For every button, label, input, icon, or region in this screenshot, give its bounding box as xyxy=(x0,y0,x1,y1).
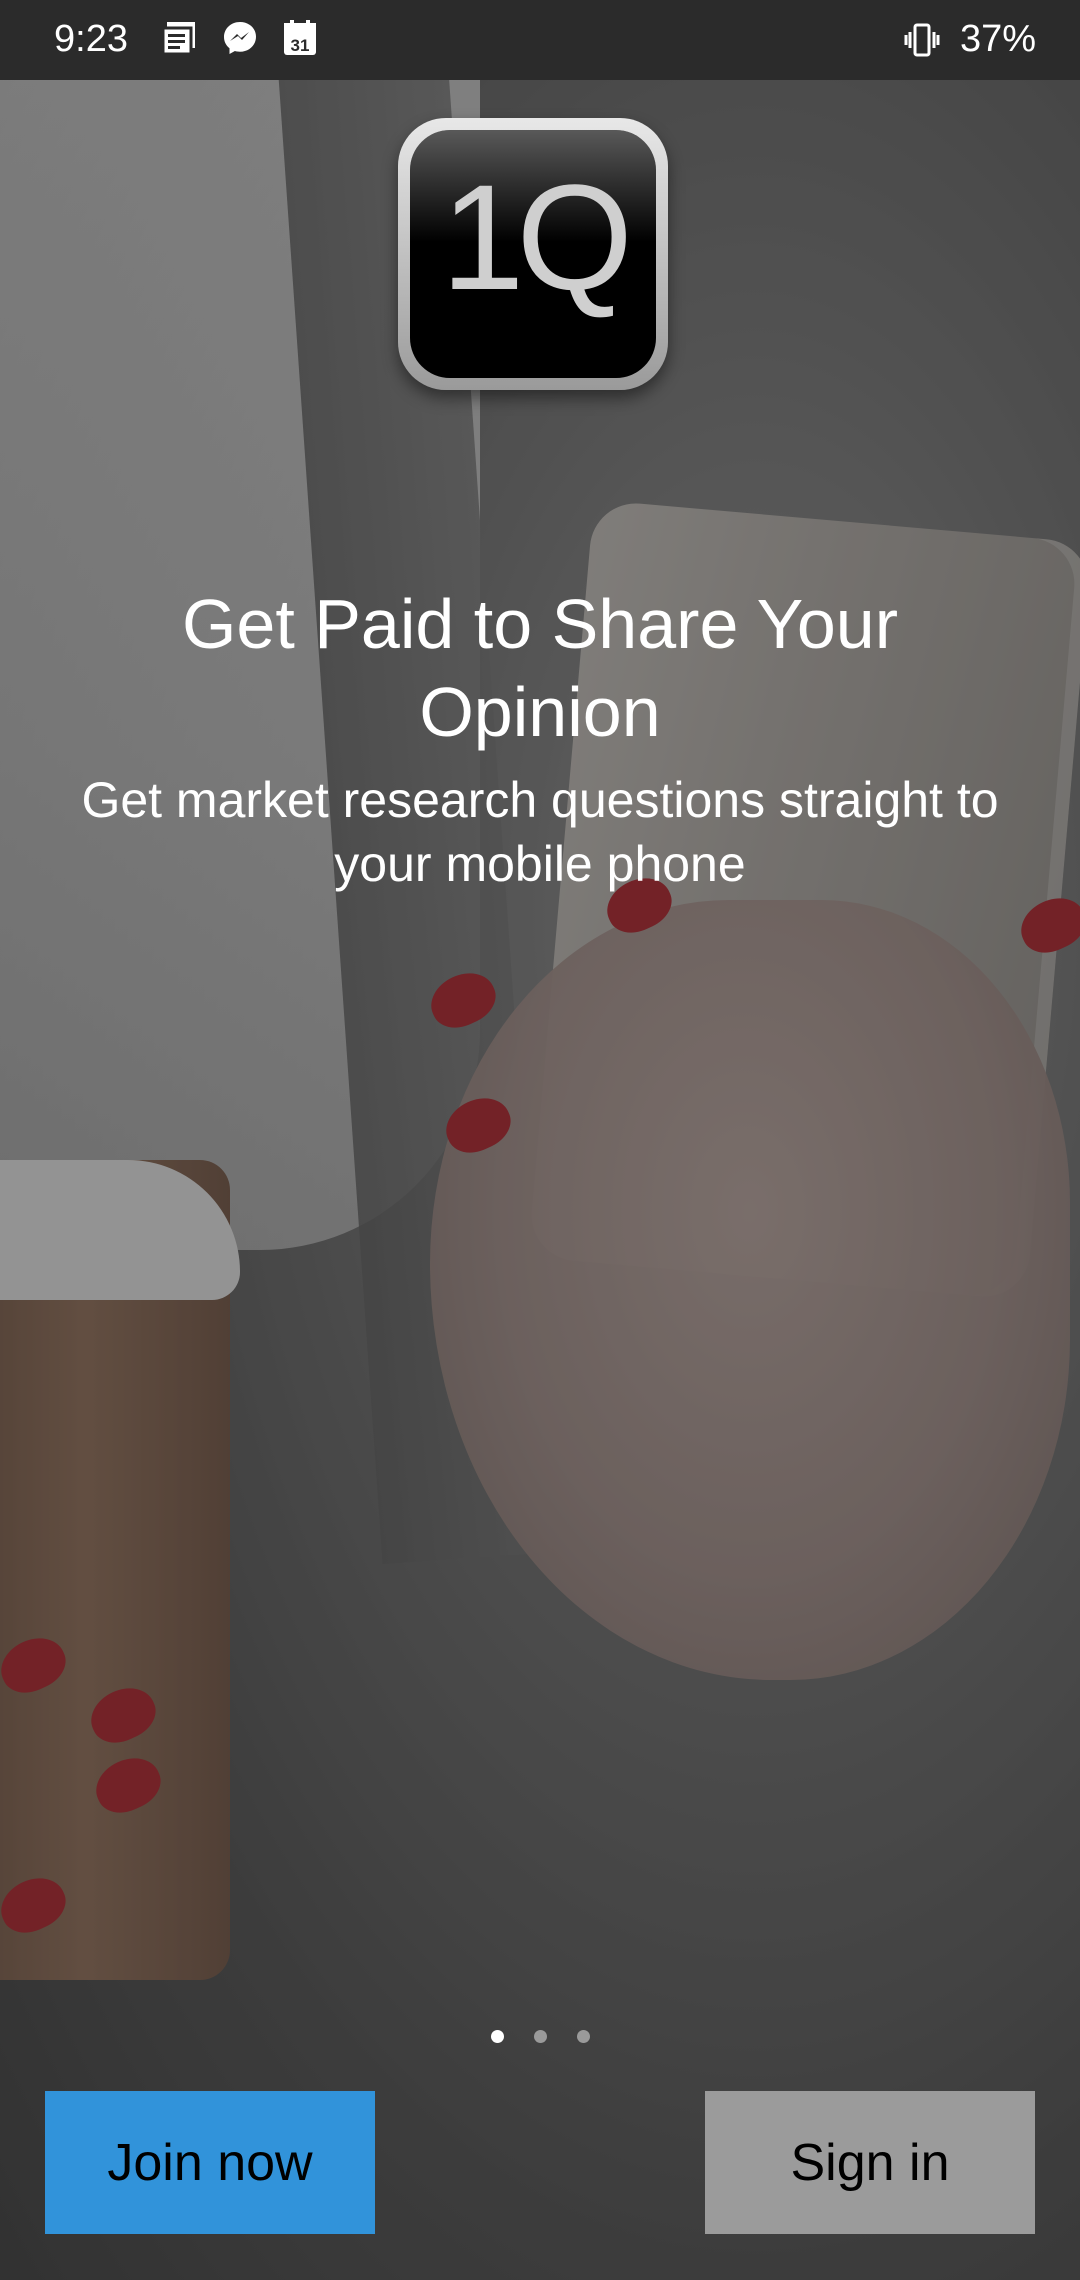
battery-level: 37% xyxy=(959,18,1036,60)
page-dot-3[interactable] xyxy=(576,2030,590,2043)
join-now-button[interactable]: Join now xyxy=(45,2091,375,2234)
messenger-icon xyxy=(220,18,260,58)
page-dot-1[interactable] xyxy=(490,2030,504,2043)
hero-title: Get Paid to Share Your Opinion xyxy=(181,585,899,751)
logo-text: 1Q xyxy=(440,153,633,321)
calendar-day: 31 xyxy=(291,36,310,55)
sign-in-button[interactable]: Sign in xyxy=(705,2091,1035,2234)
page-indicator xyxy=(0,2030,1080,2043)
status-time: 9:23 xyxy=(54,18,128,60)
app-logo: 1Q xyxy=(398,118,668,390)
page-dot-2[interactable] xyxy=(533,2030,547,2043)
news-icon xyxy=(160,18,200,58)
vibrate-icon xyxy=(902,20,942,60)
hero-subtitle: Get market research questions straight t… xyxy=(81,772,999,892)
calendar-icon: 31 xyxy=(280,18,320,58)
status-bar: 9:23 31 37% xyxy=(0,0,1080,80)
